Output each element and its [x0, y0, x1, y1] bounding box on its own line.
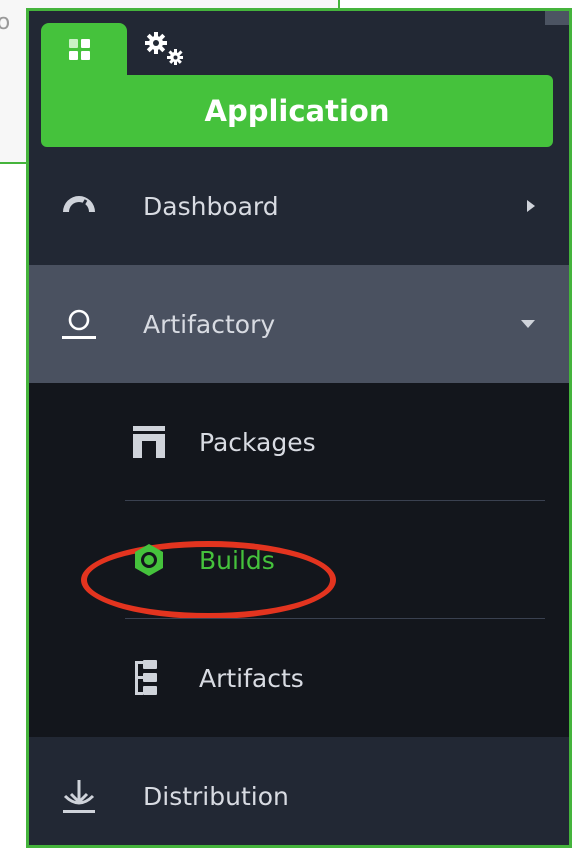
builds-hexagon-icon	[135, 544, 163, 576]
scrollbar-stub[interactable]	[545, 11, 569, 25]
nav-item-artifactory[interactable]: Artifactory	[29, 265, 569, 383]
sub-item-packages[interactable]: Packages	[29, 383, 569, 501]
nav-item-label: Artifactory	[143, 309, 276, 339]
sub-item-builds[interactable]: Builds	[29, 501, 569, 619]
packages-icon	[133, 426, 165, 458]
background-partial-text: tio	[0, 10, 11, 35]
sub-item-label: Builds	[199, 545, 275, 575]
speedometer-icon	[63, 196, 95, 213]
grid-icon	[69, 39, 91, 61]
nav-item-label: Distribution	[143, 781, 289, 811]
chevron-right-icon	[527, 200, 535, 212]
artifactory-submenu: Packages Builds Artifacts	[29, 383, 569, 737]
nav-item-distribution[interactable]: Distribution	[29, 737, 569, 845]
admin-tab[interactable]	[141, 29, 197, 71]
application-title: Application	[204, 94, 390, 128]
navigation-menu: Dashboard Artifactory Packages Builds Ar…	[29, 147, 569, 845]
nav-item-dashboard[interactable]: Dashboard	[29, 147, 569, 265]
chevron-down-icon	[521, 320, 535, 328]
sub-item-artifacts[interactable]: Artifacts	[29, 619, 569, 737]
distribution-anchor-icon	[63, 780, 95, 813]
nav-item-label: Dashboard	[143, 191, 279, 221]
artifactory-icon	[62, 309, 96, 339]
side-navigation-panel: Application Dashboard Artifactory Packag…	[26, 8, 572, 848]
application-header: Application	[41, 75, 553, 147]
gears-icon	[145, 32, 183, 65]
mode-tabs-bar: Application	[29, 11, 569, 147]
sub-item-label: Artifacts	[199, 663, 304, 693]
artifacts-tree-icon	[135, 660, 157, 695]
sub-item-label: Packages	[199, 427, 316, 457]
